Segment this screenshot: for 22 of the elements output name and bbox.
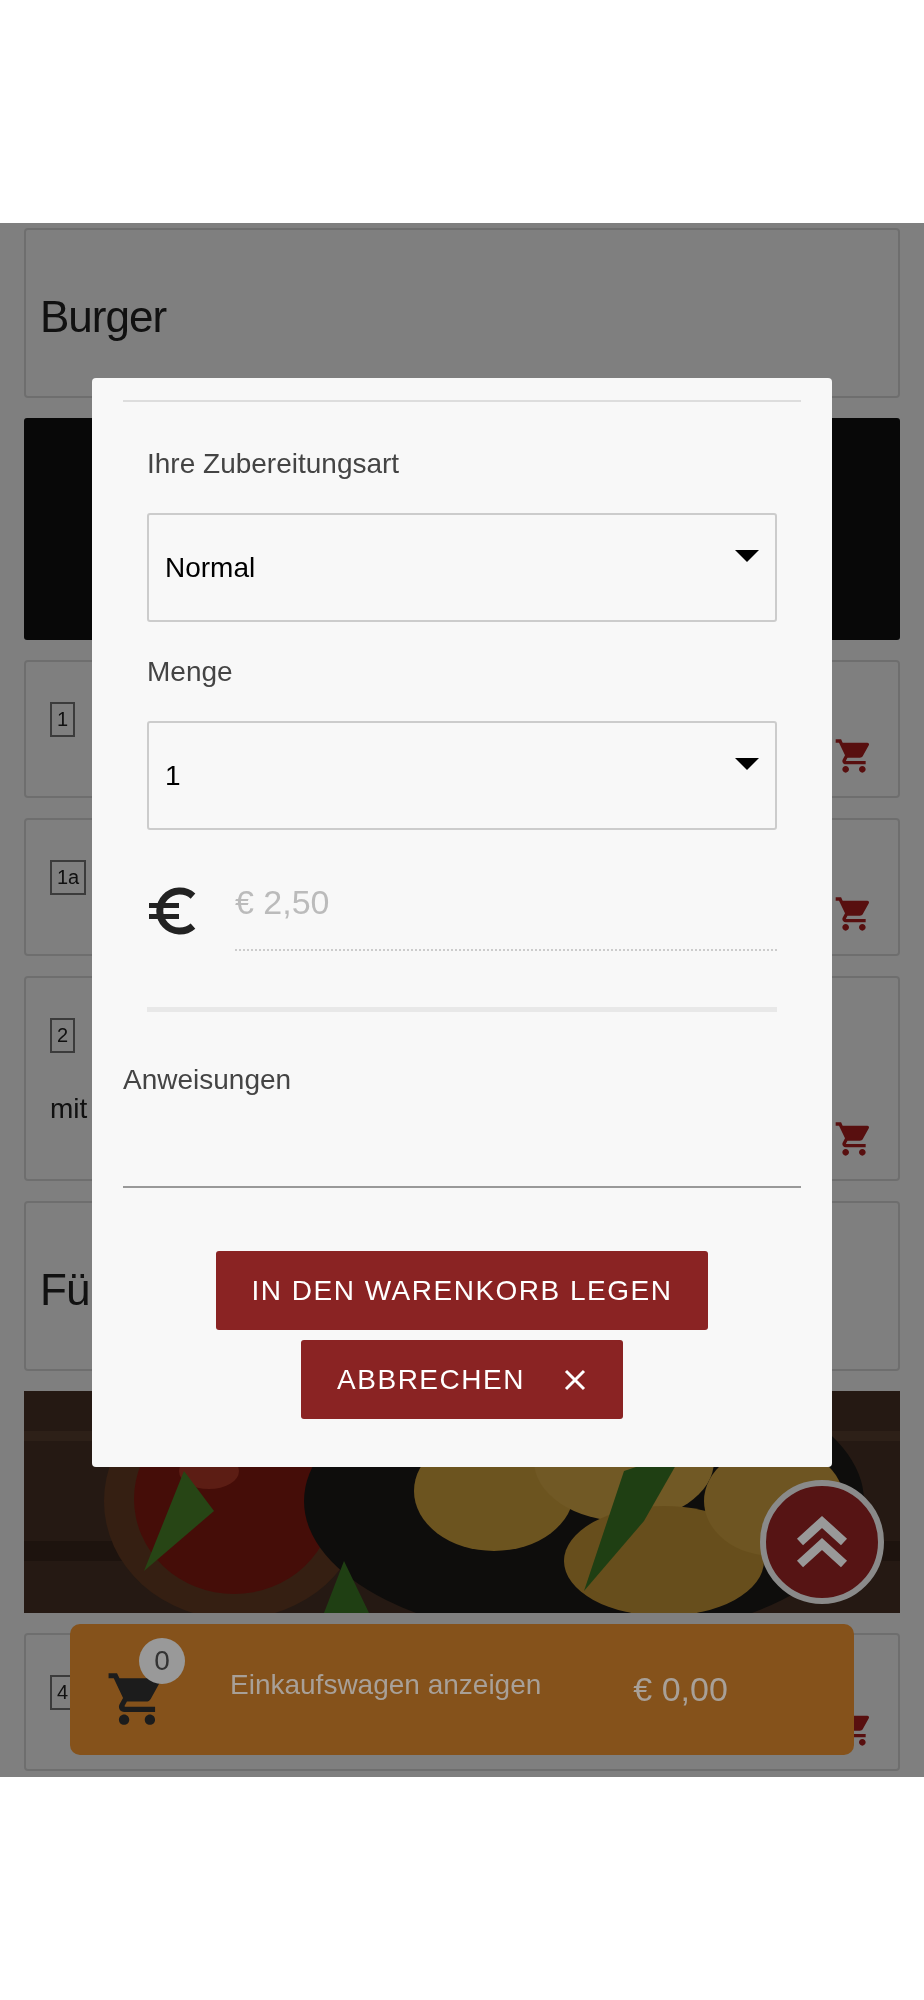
cart-total: € 0,00 [633, 1670, 728, 1709]
cart-bar[interactable]: 0 Einkaufswagen anzeigen € 0,00 [70, 1624, 854, 1755]
caret-icon [735, 549, 759, 564]
field-label: Anweisungen [123, 1064, 293, 1096]
price-field: € 2,50 [235, 883, 777, 951]
field-label: Ihre Zubereitungsart [147, 448, 401, 480]
field-label: Menge [147, 656, 234, 688]
category-title: Fü [40, 1265, 90, 1315]
add-to-cart-button[interactable]: IN DEN WARENKORB LEGEN [215, 1251, 709, 1330]
close-icon [562, 1367, 587, 1392]
caret-icon [735, 757, 759, 772]
dropdown[interactable]: 1 [147, 721, 777, 830]
item-number: 1a [50, 860, 87, 895]
cancel-button[interactable]: ABBRECHEN [301, 1340, 623, 1419]
cart-count-badge: 0 [139, 1637, 185, 1684]
dropdown[interactable]: Normal [147, 513, 777, 622]
category-title: Burger [40, 292, 167, 342]
item-number: 1 [50, 702, 76, 737]
item-description: mit [50, 1093, 88, 1125]
cart-label: Einkaufswagen anzeigen [230, 1668, 542, 1701]
item-number: 2 [50, 1018, 76, 1053]
double-chevron-up-icon [794, 1514, 850, 1570]
